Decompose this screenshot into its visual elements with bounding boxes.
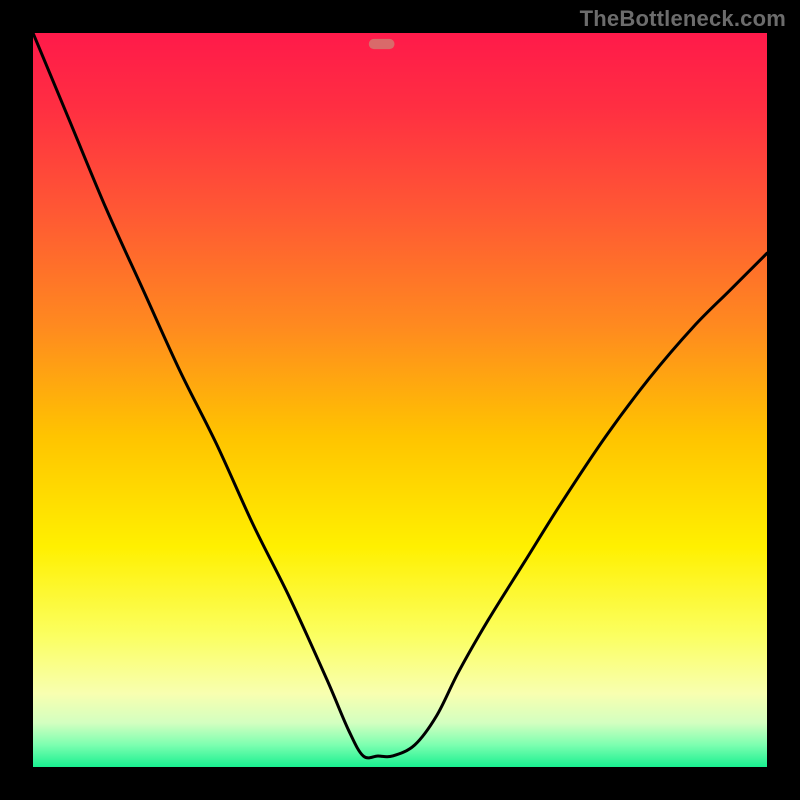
gradient-background	[33, 33, 767, 767]
watermark-text: TheBottleneck.com	[580, 6, 786, 32]
plot-area	[33, 33, 767, 767]
chart-svg	[33, 33, 767, 767]
chart-frame: TheBottleneck.com	[0, 0, 800, 800]
bottleneck-marker	[369, 39, 395, 49]
